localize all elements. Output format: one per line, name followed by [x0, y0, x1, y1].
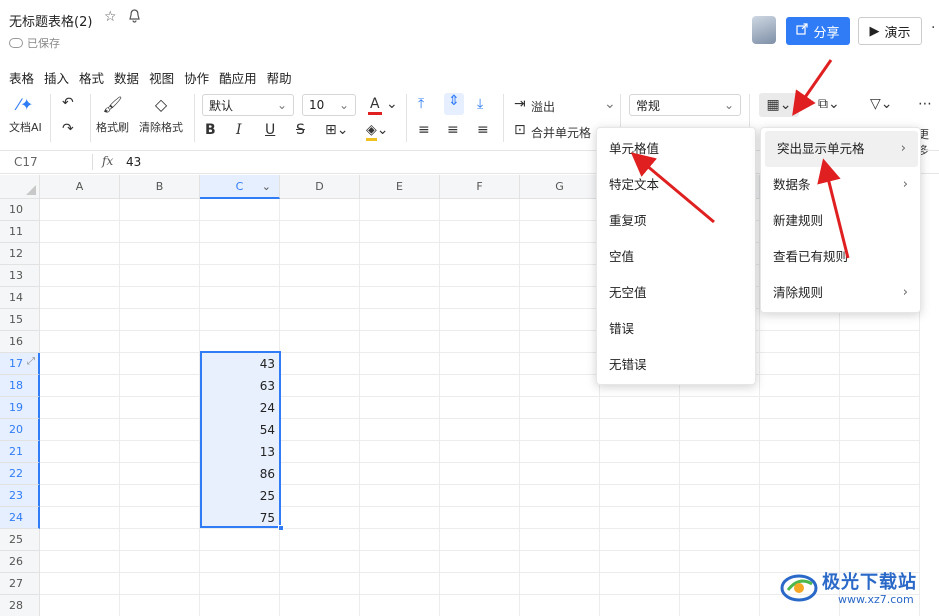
arrow-to-cell-value — [630, 152, 715, 224]
watermark-name: 极光下载站 — [822, 572, 917, 593]
watermark: 极光下载站 www.xz7.com — [778, 566, 928, 610]
watermark-url: www.xz7.com — [838, 593, 914, 606]
arrow-to-cf-button — [792, 59, 833, 116]
arrow-to-highlight — [817, 158, 850, 259]
watermark-logo-icon — [780, 574, 818, 602]
annotation-arrows — [630, 59, 850, 259]
